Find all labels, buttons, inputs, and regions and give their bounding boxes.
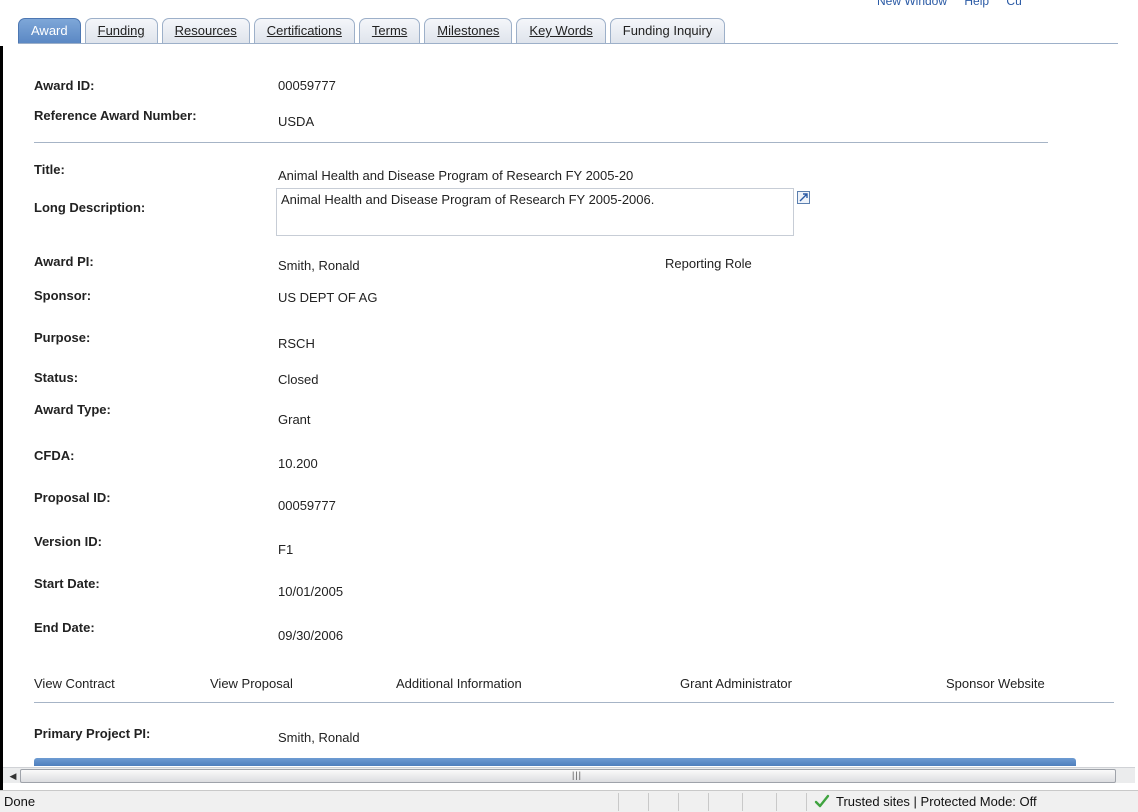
- page-tabs: Award Funding Resources Certifications T…: [18, 18, 729, 44]
- title-value: Animal Health and Disease Program of Res…: [278, 168, 634, 183]
- status-separator: [806, 793, 807, 811]
- sponsor-value: US DEPT OF AG: [278, 290, 378, 305]
- project-grid-header: [34, 758, 1076, 766]
- status-separator: [678, 793, 679, 811]
- award-id-label: Award ID:: [34, 78, 95, 93]
- section-divider: [34, 142, 1048, 143]
- proposal-id-row: Proposal ID: 00059777: [34, 490, 1114, 513]
- award-panel: Award ID: 00059777 Reference Award Numbe…: [0, 46, 1120, 766]
- checkmark-icon: [814, 793, 830, 809]
- status-row: Status: Closed: [34, 370, 1114, 390]
- utility-links: New Window Help Cu: [863, 0, 1138, 10]
- award-type-row: Award Type: Grant: [34, 402, 1114, 427]
- customize-link[interactable]: Cu: [1006, 0, 1021, 8]
- reference-value: USDA: [278, 114, 315, 129]
- award-id-row: Award ID: 00059777: [34, 78, 1114, 98]
- status-label: Status:: [34, 370, 79, 385]
- status-separator: [776, 793, 777, 811]
- status-value: Closed: [278, 372, 319, 387]
- title-label: Title:: [34, 162, 65, 177]
- primary-pi-value: Smith, Ronald: [278, 730, 360, 745]
- long-description-field[interactable]: Animal Health and Disease Program of Res…: [276, 188, 794, 236]
- award-pi-value: Smith, Ronald: [278, 258, 360, 273]
- end-date-value: 09/30/2006: [278, 628, 344, 643]
- related-links: View Contract View Proposal Additional I…: [34, 676, 1114, 696]
- tab-award[interactable]: Award: [18, 18, 81, 43]
- view-contract-link[interactable]: View Contract: [34, 676, 115, 691]
- security-zone-text[interactable]: Trusted sites | Protected Mode: Off: [836, 794, 1037, 809]
- cfda-row: CFDA: 10.200: [34, 448, 1114, 471]
- tab-strip: New Window Help Cu Award Funding Resourc…: [0, 0, 1138, 46]
- tab-milestones[interactable]: Milestones: [424, 18, 513, 43]
- status-text: Done: [4, 794, 36, 809]
- end-date-row: End Date: 09/30/2006: [34, 620, 1114, 643]
- start-date-row: Start Date: 10/01/2005: [34, 576, 1114, 599]
- tab-funding-inquiry[interactable]: Funding Inquiry: [609, 18, 726, 43]
- tab-resources[interactable]: Resources: [161, 18, 250, 43]
- expand-text-icon[interactable]: [797, 191, 810, 204]
- tab-key-words[interactable]: Key Words: [516, 18, 606, 43]
- grant-administrator-link[interactable]: Grant Administrator: [680, 676, 792, 691]
- scroll-left-arrow-icon[interactable]: ◀: [7, 769, 19, 783]
- status-separator: [708, 793, 709, 811]
- award-type-label: Award Type:: [34, 402, 111, 417]
- version-id-row: Version ID: F1: [34, 534, 1114, 557]
- cfda-label: CFDA:: [34, 448, 75, 463]
- proposal-id-label: Proposal ID:: [34, 490, 111, 505]
- award-type-value: Grant: [278, 412, 311, 427]
- reference-label: Reference Award Number:: [34, 108, 197, 123]
- status-separator: [648, 793, 649, 811]
- purpose-label: Purpose:: [34, 330, 91, 345]
- sponsor-website-link[interactable]: Sponsor Website: [946, 676, 1045, 691]
- sponsor-row: Sponsor: US DEPT OF AG: [34, 288, 1114, 308]
- start-date-label: Start Date:: [34, 576, 100, 591]
- primary-pi-row: Primary Project PI: Smith, Ronald: [34, 726, 1114, 746]
- sponsor-label: Sponsor:: [34, 288, 92, 303]
- status-separator: [618, 793, 619, 811]
- title-row: Title: Animal Health and Disease Program…: [34, 162, 1114, 183]
- scrollbar-thumb[interactable]: [20, 769, 1116, 783]
- help-link[interactable]: Help: [964, 0, 989, 8]
- end-date-label: End Date:: [34, 620, 95, 635]
- award-pi-row: Award PI: Smith, Ronald: [34, 254, 1114, 274]
- proposal-id-value: 00059777: [278, 498, 336, 513]
- version-id-label: Version ID:: [34, 534, 102, 549]
- award-pi-label: Award PI:: [34, 254, 94, 269]
- long-desc-label: Long Description:: [34, 200, 146, 215]
- additional-info-link[interactable]: Additional Information: [396, 676, 522, 691]
- reference-row: Reference Award Number: USDA: [34, 108, 1114, 129]
- start-date-value: 10/01/2005: [278, 584, 344, 599]
- award-id-value: 00059777: [278, 78, 336, 93]
- reporting-role-label: Reporting Role: [665, 256, 752, 271]
- cfda-value: 10.200: [278, 456, 318, 471]
- view-proposal-link[interactable]: View Proposal: [210, 676, 293, 691]
- purpose-value: RSCH: [278, 336, 315, 351]
- tab-funding[interactable]: Funding: [84, 18, 158, 43]
- browser-status-bar: Done Trusted sites | Protected Mode: Off: [0, 790, 1138, 812]
- tab-divider: [18, 43, 1118, 44]
- links-divider: [34, 702, 1114, 703]
- version-id-value: F1: [278, 542, 294, 557]
- horizontal-scrollbar[interactable]: ◀ |||: [3, 767, 1135, 783]
- new-window-link[interactable]: New Window: [877, 0, 947, 8]
- tab-terms[interactable]: Terms: [358, 18, 421, 43]
- tab-certifications[interactable]: Certifications: [253, 18, 355, 43]
- scroll-grip-icon: |||: [572, 770, 583, 780]
- purpose-row: Purpose: RSCH: [34, 330, 1114, 351]
- long-description-text: Animal Health and Disease Program of Res…: [281, 192, 655, 207]
- primary-pi-label: Primary Project PI:: [34, 726, 151, 741]
- status-separator: [742, 793, 743, 811]
